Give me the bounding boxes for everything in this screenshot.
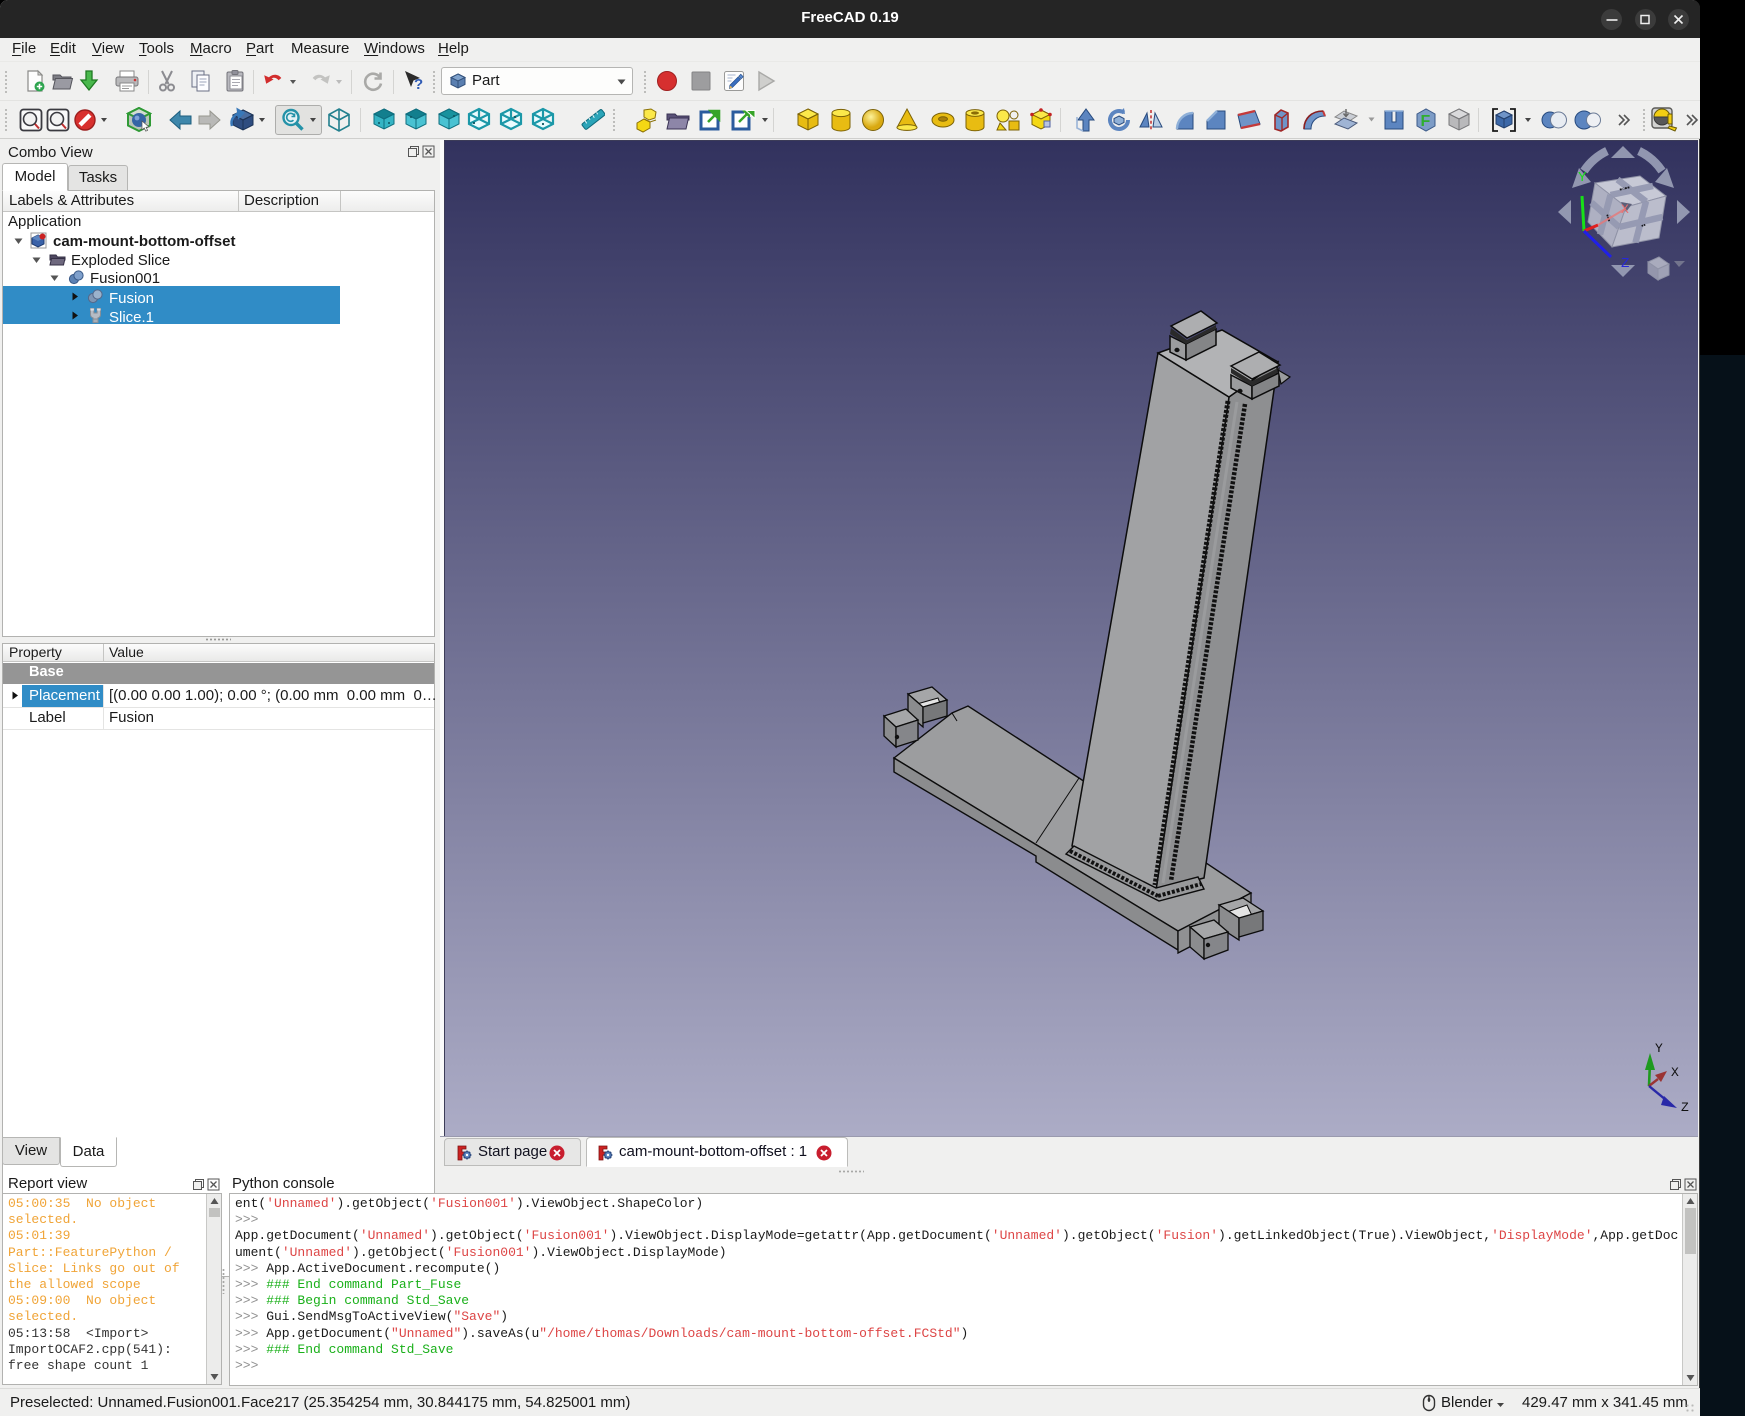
svg-text:Z: Z	[1621, 256, 1629, 272]
svg-text:Z: Z	[1681, 1100, 1689, 1115]
svg-text:?: ?	[414, 76, 423, 93]
svg-text:Y: Y	[1578, 170, 1587, 186]
svg-text:X: X	[1671, 1065, 1679, 1080]
svg-text:X: X	[1621, 202, 1629, 217]
svg-text:F: F	[1421, 113, 1431, 130]
svg-text:Y: Y	[1655, 1041, 1663, 1056]
